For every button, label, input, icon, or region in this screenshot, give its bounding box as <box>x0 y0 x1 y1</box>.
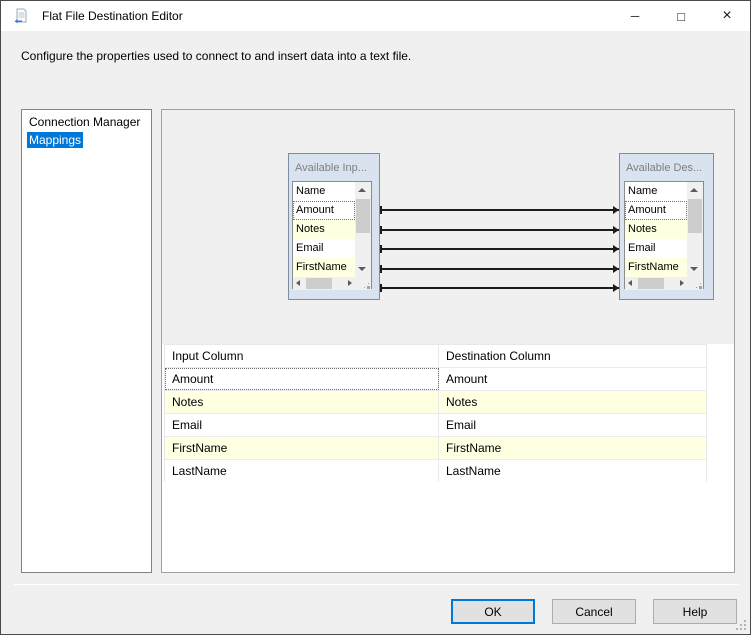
vertical-scrollbar[interactable] <box>687 182 703 277</box>
vertical-scrollbar-thumb[interactable] <box>356 199 370 233</box>
horizontal-scrollbar-thumb[interactable] <box>638 278 664 289</box>
list-column-header: Name <box>625 182 687 201</box>
horizontal-scrollbar[interactable] <box>625 277 687 290</box>
window-resize-grip[interactable] <box>734 618 746 630</box>
destination-column-cell[interactable]: Email <box>439 414 706 436</box>
destination-column-cell[interactable]: Notes <box>439 391 706 413</box>
scroll-left-icon[interactable] <box>628 280 632 286</box>
destination-column-cell[interactable]: Amount <box>439 368 706 390</box>
list-item[interactable]: Amount <box>625 201 687 220</box>
close-button[interactable]: × <box>704 1 750 31</box>
help-button[interactable]: Help <box>653 599 737 624</box>
list-resize-corner[interactable] <box>687 277 703 290</box>
input-column-cell[interactable]: Notes <box>165 391 439 413</box>
title-bar[interactable]: Flat File Destination Editor ─ □ × <box>1 1 750 31</box>
maximize-button[interactable]: □ <box>658 1 704 31</box>
resize-grip-icon <box>368 287 369 288</box>
input-column-cell[interactable]: Amount <box>165 368 439 390</box>
mapping-line-email[interactable] <box>380 245 619 253</box>
mapping-line-firstname[interactable] <box>380 265 619 273</box>
scroll-right-icon[interactable] <box>348 280 352 286</box>
sidebar-item-mappings[interactable]: Mappings <box>22 131 151 149</box>
input-column-cell[interactable]: FirstName <box>165 437 439 459</box>
pages-sidebar: Connection Manager Mappings <box>21 109 152 573</box>
input-column-cell[interactable]: LastName <box>165 460 439 482</box>
mappings-panel: Available Inp... Name Amount Notes Email… <box>161 109 735 573</box>
list-item[interactable]: Notes <box>625 220 687 239</box>
list-item[interactable]: Email <box>625 239 687 258</box>
scroll-right-icon[interactable] <box>680 280 684 286</box>
mapping-line-lastname[interactable] <box>380 284 619 292</box>
available-destinations-title: Available Des... <box>626 162 703 174</box>
list-item[interactable]: FirstName <box>625 258 687 277</box>
vertical-scrollbar[interactable] <box>355 182 371 277</box>
header-input-column: Input Column <box>165 345 439 367</box>
destination-column-cell[interactable]: LastName <box>439 460 706 482</box>
table-row: LastName LastName <box>165 459 706 482</box>
available-inputs-box[interactable]: Available Inp... Name Amount Notes Email… <box>288 153 380 300</box>
table-row: FirstName FirstName <box>165 436 706 459</box>
cancel-button[interactable]: Cancel <box>552 599 636 624</box>
scroll-left-icon[interactable] <box>296 280 300 286</box>
mapping-table: Input Column Destination Column Amount A… <box>164 344 707 482</box>
dialog-description: Configure the properties used to connect… <box>21 49 412 63</box>
scroll-down-icon[interactable] <box>358 267 366 271</box>
list-item[interactable]: FirstName <box>293 258 355 277</box>
available-destinations-box[interactable]: Available Des... Name Amount Notes Email… <box>619 153 714 300</box>
window-title: Flat File Destination Editor <box>42 9 183 23</box>
list-resize-corner[interactable] <box>355 277 371 290</box>
list-item[interactable]: Email <box>293 239 355 258</box>
scroll-down-icon[interactable] <box>690 267 698 271</box>
available-inputs-title: Available Inp... <box>295 162 367 174</box>
flat-file-destination-icon <box>14 8 27 24</box>
vertical-scrollbar-thumb[interactable] <box>688 199 702 233</box>
ok-button[interactable]: OK <box>451 599 535 624</box>
mapping-table-zone: Input Column Destination Column Amount A… <box>162 344 734 572</box>
horizontal-scrollbar[interactable] <box>293 277 355 290</box>
sidebar-item-connection-manager[interactable]: Connection Manager <box>22 113 151 131</box>
table-row: Notes Notes <box>165 390 706 413</box>
flat-file-destination-editor-window: Flat File Destination Editor ─ □ × Confi… <box>0 0 751 635</box>
header-destination-column: Destination Column <box>446 349 551 363</box>
resize-grip-icon <box>700 287 701 288</box>
table-row: Email Email <box>165 413 706 436</box>
minimize-button[interactable]: ─ <box>612 1 658 31</box>
destination-column-cell[interactable]: FirstName <box>439 437 706 459</box>
scroll-up-icon[interactable] <box>690 188 698 192</box>
list-item[interactable]: Notes <box>293 220 355 239</box>
available-destinations-list: Name Amount Notes Email FirstName <box>624 181 704 290</box>
mapping-line-notes[interactable] <box>380 226 619 234</box>
scroll-up-icon[interactable] <box>358 188 366 192</box>
list-column-header: Name <box>293 182 355 201</box>
input-column-cell[interactable]: Email <box>165 414 439 436</box>
mapping-line-amount[interactable] <box>380 206 619 214</box>
list-item[interactable]: Amount <box>293 201 355 220</box>
footer-separator <box>14 584 739 585</box>
horizontal-scrollbar-thumb[interactable] <box>306 278 332 289</box>
available-inputs-list: Name Amount Notes Email FirstName <box>292 181 372 290</box>
mapping-table-header: Input Column Destination Column <box>165 345 706 367</box>
table-row: Amount Amount <box>165 367 706 390</box>
